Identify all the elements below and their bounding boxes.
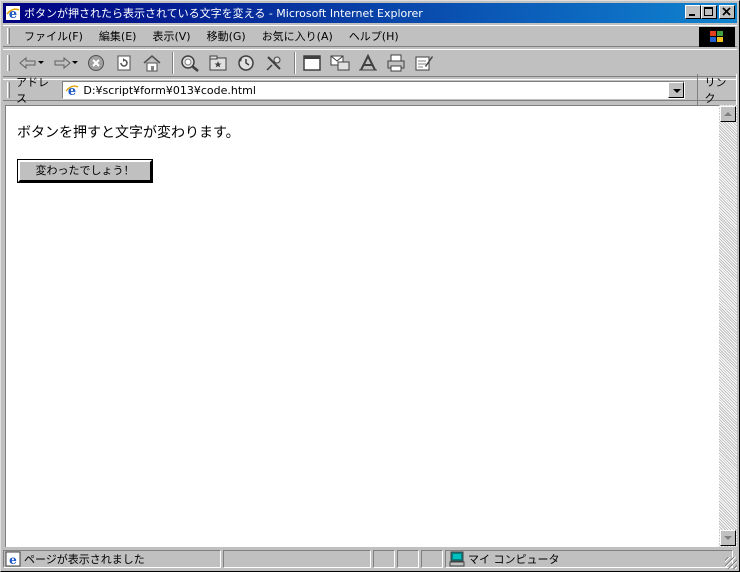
fullscreen-icon[interactable] xyxy=(300,52,324,74)
menu-edit[interactable]: 編集(E) xyxy=(91,28,145,44)
page-icon: e xyxy=(64,82,80,99)
title-bar[interactable]: e ボタンが押されたら表示されている文字を変える - Microsoft Int… xyxy=(3,3,737,23)
search-icon[interactable] xyxy=(178,52,202,74)
windows-logo-icon xyxy=(699,27,735,47)
status-page-icon: e xyxy=(5,551,21,567)
computer-icon xyxy=(449,551,465,567)
edit-icon[interactable] xyxy=(412,52,436,74)
window-title: ボタンが押されたら表示されている文字を変える - Microsoft Inter… xyxy=(24,7,423,20)
print-icon[interactable] xyxy=(384,52,408,74)
address-grip[interactable] xyxy=(7,82,10,98)
forward-icon[interactable] xyxy=(50,52,78,74)
address-value: D:¥script¥form¥013¥code.html xyxy=(83,83,256,97)
status-bar: e ページが表示されました マイ コンピュータ xyxy=(3,549,737,569)
ie-logo-icon: e xyxy=(5,5,21,22)
menu-view[interactable]: 表示(V) xyxy=(144,28,198,44)
address-input[interactable]: e D:¥script¥form¥013¥code.html xyxy=(62,81,686,99)
channels-icon[interactable] xyxy=(262,52,286,74)
back-icon[interactable] xyxy=(16,52,44,74)
menu-file[interactable]: ファイル(F) xyxy=(16,28,91,44)
status-message: ページが表示されました xyxy=(24,553,145,566)
mail-icon[interactable] xyxy=(328,52,352,74)
close-button[interactable] xyxy=(719,5,735,19)
status-panel-2 xyxy=(397,550,419,568)
svg-text:e: e xyxy=(9,553,17,567)
scroll-up-button[interactable] xyxy=(720,106,736,122)
address-label: アドレス xyxy=(15,76,49,105)
status-panel-3 xyxy=(421,550,443,568)
browser-window: e ボタンが押されたら表示されている文字を変える - Microsoft Int… xyxy=(0,0,740,572)
font-icon[interactable] xyxy=(356,52,380,74)
status-panel-1 xyxy=(373,550,395,568)
resize-grip[interactable] xyxy=(725,557,737,569)
maximize-button[interactable] xyxy=(701,5,717,19)
change-text-button[interactable]: 変わったでしょう！ xyxy=(17,159,153,183)
stop-icon[interactable] xyxy=(84,52,108,74)
menu-favorites[interactable]: お気に入り(A) xyxy=(254,28,341,44)
standard-toolbar xyxy=(3,49,737,77)
menu-help[interactable]: ヘルプ(H) xyxy=(341,28,407,44)
status-progress-panel xyxy=(223,550,371,568)
menu-go[interactable]: 移動(G) xyxy=(199,28,254,44)
address-dropdown-button[interactable] xyxy=(668,82,685,98)
toolbar-separator xyxy=(294,52,296,74)
toolbar-grip[interactable] xyxy=(7,55,10,71)
links-button[interactable]: リンク xyxy=(697,74,737,106)
home-icon[interactable] xyxy=(140,52,164,74)
status-message-panel: e ページが表示されました xyxy=(3,550,221,568)
scroll-down-button[interactable] xyxy=(720,530,736,546)
page-content: ボタンを押すと文字が変わります。 変わったでしょう！ xyxy=(5,105,719,547)
menu-grip[interactable] xyxy=(7,28,10,44)
vertical-scrollbar[interactable] xyxy=(719,105,737,547)
page-message: ボタンを押すと文字が変わります。 xyxy=(17,125,240,141)
favorites-icon[interactable] xyxy=(206,52,230,74)
address-bar: アドレス e D:¥script¥form¥013¥code.html リンク xyxy=(3,74,737,106)
menu-bar: ファイル(F) 編集(E) 表示(V) 移動(G) お気に入り(A) ヘルプ(H… xyxy=(3,25,737,47)
status-zone: マイ コンピュータ xyxy=(468,553,560,566)
toolbar-separator xyxy=(172,52,174,74)
refresh-icon[interactable] xyxy=(112,52,136,74)
history-icon[interactable] xyxy=(234,52,258,74)
status-zone-panel: マイ コンピュータ xyxy=(445,550,733,568)
minimize-button[interactable] xyxy=(685,5,701,19)
